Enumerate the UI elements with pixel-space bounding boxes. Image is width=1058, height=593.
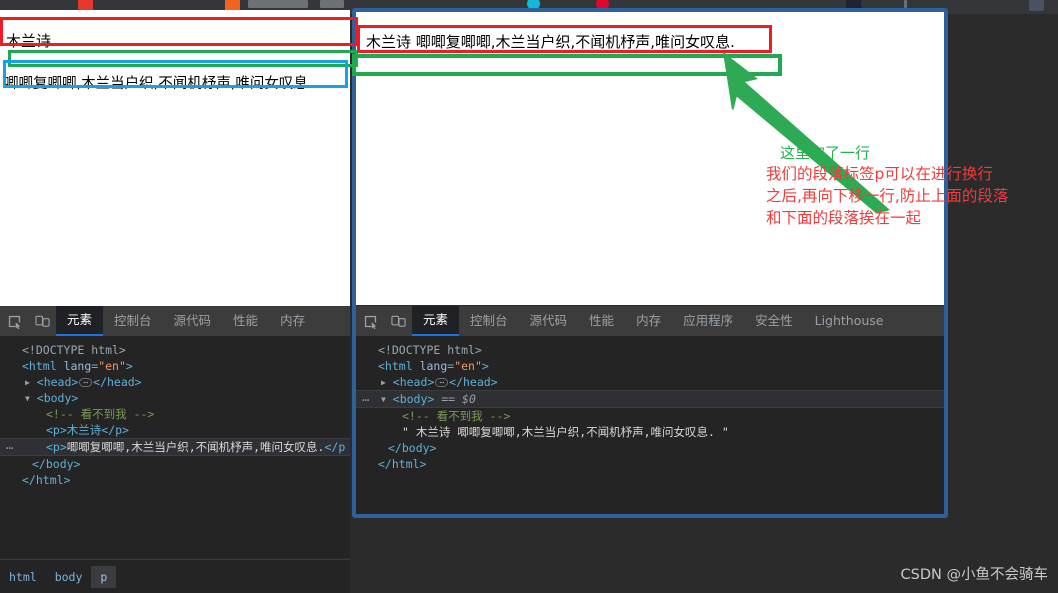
- dom-row-body-open[interactable]: ▼ <body>: [0, 390, 350, 406]
- dom-row-html-close: </html>: [0, 472, 350, 488]
- dom-row-comment: <!-- 看不到我 -->: [356, 408, 944, 424]
- collapsed-content-icon[interactable]: ⋯: [435, 378, 449, 387]
- head-close-tag: </head>: [93, 375, 142, 389]
- text-node-value: " 木兰诗 唧唧复唧唧,木兰当户织,不闻机杼声,唯问女叹息. ": [402, 425, 729, 439]
- right-devtools-panel: 元素 控制台 源代码 性能 内存 应用程序 安全性 Lighthouse <!D…: [356, 306, 944, 514]
- collapse-arrow-icon[interactable]: ▼: [381, 392, 386, 408]
- tab-console[interactable]: 控制台: [103, 306, 163, 336]
- inspect-element-icon[interactable]: [0, 306, 28, 336]
- dom-row-head[interactable]: ▶ <head> ⋯ </head>: [0, 374, 350, 390]
- annotation-box-red-left: [0, 17, 358, 46]
- annotation-box-red-right: [357, 25, 772, 53]
- tab-console[interactable]: 控制台: [459, 306, 519, 336]
- dom-row-p1[interactable]: <p>木兰诗</p>: [0, 422, 350, 438]
- tab-memory[interactable]: 内存: [269, 306, 316, 336]
- tab-title-placeholder: [320, 0, 344, 8]
- body-close-tag: </body>: [388, 441, 437, 455]
- tab-elements[interactable]: 元素: [412, 306, 460, 336]
- annotation-red-line-1: 我们的段落标签p可以在进行换行: [766, 165, 993, 183]
- breadcrumb-item-p[interactable]: p: [91, 565, 117, 588]
- tab-performance[interactable]: 性能: [578, 306, 625, 336]
- collapse-arrow-icon[interactable]: ▼: [25, 391, 30, 407]
- right-dom-tree: <!DOCTYPE html> <html lang="en"> ▶ <head…: [356, 336, 944, 472]
- left-dom-tree: <!DOCTYPE html> <html lang="en"> ▶ <head…: [0, 336, 350, 488]
- expand-arrow-icon[interactable]: ▶: [25, 375, 30, 391]
- dom-row-html-close: </html>: [356, 456, 944, 472]
- tab-favicon-grey[interactable]: [1029, 0, 1044, 11]
- dom-row-body-open[interactable]: ⋯ ▼ <body> == $0: [356, 390, 944, 408]
- dom-row-html-open[interactable]: <html lang="en">: [356, 358, 944, 374]
- dom-row-html-open[interactable]: <html lang="en">: [0, 358, 350, 374]
- head-open-tag: <head>: [36, 375, 79, 389]
- dom-row-doctype: <!DOCTYPE html>: [356, 342, 944, 358]
- collapsed-content-icon[interactable]: ⋯: [79, 378, 93, 387]
- p2-close-tag: </p: [324, 440, 346, 454]
- html-lang-attr-name: lang: [419, 359, 448, 373]
- dom-row-doctype: <!DOCTYPE html>: [0, 342, 350, 358]
- html-close-tag: </html>: [22, 473, 71, 487]
- doctype-text: <!DOCTYPE html>: [22, 343, 126, 357]
- breadcrumb-item-body[interactable]: body: [46, 566, 92, 588]
- html-comment: <!-- 看不到我 -->: [402, 409, 511, 423]
- dom-row-body-close: </body>: [0, 456, 350, 472]
- expand-arrow-icon[interactable]: ▶: [381, 375, 386, 391]
- tab-lighthouse[interactable]: Lighthouse: [804, 306, 895, 336]
- annotation-red-line-2: 之后,再向下移一行,防止上面的段落: [766, 187, 1009, 205]
- html-lang-attr-value: "en": [98, 359, 126, 373]
- tab-elements[interactable]: 元素: [56, 306, 104, 336]
- more-options-icon[interactable]: ⋯: [362, 392, 370, 408]
- annotation-text-block: 这里空了一行 我们的段落标签p可以在进行换行 之后,再向下移一行,防止上面的段落…: [766, 144, 1056, 229]
- html-lang-attr-name: lang: [63, 359, 92, 373]
- breadcrumb: html body p: [0, 559, 350, 593]
- body-open-tag: <body>: [392, 392, 435, 406]
- tab-performance[interactable]: 性能: [222, 306, 269, 336]
- html-tag-open: <html: [378, 359, 413, 373]
- annotation-red-line-3: 和下面的段落挨在一起: [766, 209, 922, 227]
- tab-security[interactable]: 安全性: [744, 306, 804, 336]
- tab-memory[interactable]: 内存: [625, 306, 672, 336]
- selected-node-marker: == $0: [441, 392, 476, 406]
- tab-sources[interactable]: 源代码: [519, 306, 579, 336]
- html-lang-attr-value: "en": [454, 359, 482, 373]
- inspect-element-icon[interactable]: [356, 306, 384, 336]
- dom-row-p2[interactable]: ⋯ <p>唧唧复唧唧,木兰当户织,不闻机杼声,唯问女叹息.</p: [0, 438, 350, 456]
- head-close-tag: </head>: [449, 375, 498, 389]
- right-devtools-toolbar: 元素 控制台 源代码 性能 内存 应用程序 安全性 Lighthouse: [356, 306, 944, 336]
- p2-text: 唧唧复唧唧,木兰当户织,不闻机杼声,唯问女叹息.: [66, 440, 325, 454]
- annotation-green-note: 这里空了一行: [780, 144, 871, 162]
- annotation-box-green-right: [352, 54, 782, 76]
- dom-row-body-close: </body>: [356, 440, 944, 456]
- body-open-tag: <body>: [36, 391, 79, 405]
- left-devtools-panel: 元素 控制台 源代码 性能 内存 <!DOCTYPE html> <html l…: [0, 306, 350, 558]
- tab-title-placeholder: [248, 0, 308, 8]
- more-options-icon[interactable]: ⋯: [6, 440, 14, 456]
- doctype-text: <!DOCTYPE html>: [378, 343, 482, 357]
- html-tag-open: <html: [22, 359, 57, 373]
- p1-markup: <p>木兰诗</p>: [46, 423, 129, 437]
- csdn-watermark: CSDN @小鱼不会骑车: [900, 567, 1048, 583]
- html-close-tag: </html>: [378, 457, 427, 471]
- html-comment: <!-- 看不到我 -->: [46, 407, 155, 421]
- tab-sources[interactable]: 源代码: [163, 306, 223, 336]
- tab-application[interactable]: 应用程序: [672, 306, 744, 336]
- dom-row-comment: <!-- 看不到我 -->: [0, 406, 350, 422]
- device-toolbar-icon[interactable]: [384, 306, 412, 336]
- left-devtools-toolbar: 元素 控制台 源代码 性能 内存: [0, 306, 350, 336]
- dom-row-text-node[interactable]: " 木兰诗 唧唧复唧唧,木兰当户织,不闻机杼声,唯问女叹息. ": [356, 424, 944, 440]
- device-toolbar-icon[interactable]: [28, 306, 56, 336]
- toolbar-menu-icon[interactable]: [904, 0, 907, 8]
- annotation-box-blue-left: [3, 60, 348, 88]
- dom-row-head[interactable]: ▶ <head> ⋯ </head>: [356, 374, 944, 390]
- head-open-tag: <head>: [392, 375, 435, 389]
- breadcrumb-item-html[interactable]: html: [0, 566, 46, 588]
- body-close-tag: </body>: [32, 457, 81, 471]
- p2-open-tag: <p>: [46, 440, 67, 454]
